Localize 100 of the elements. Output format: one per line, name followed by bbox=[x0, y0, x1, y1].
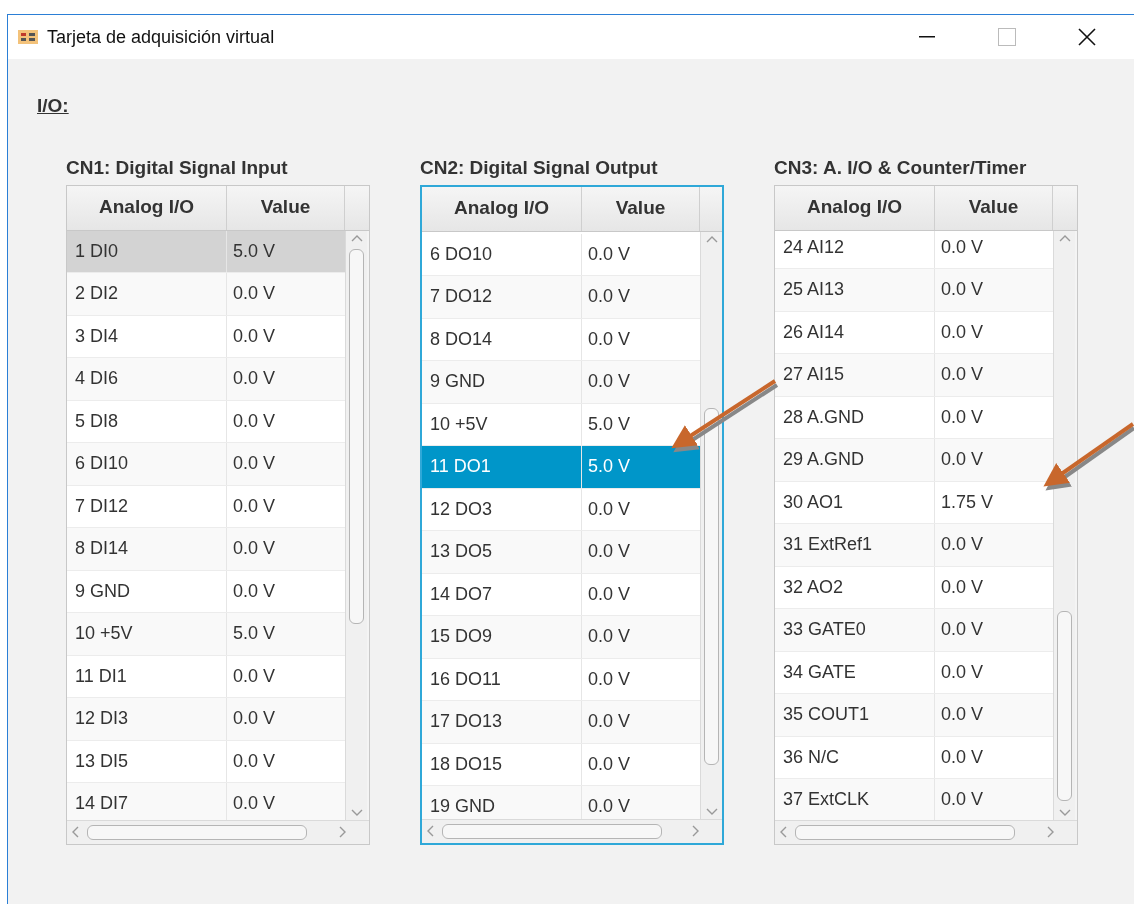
chevron-right-icon[interactable] bbox=[692, 825, 700, 837]
table-row[interactable]: 31 ExtRef1 0.0 V bbox=[775, 524, 1053, 567]
table-cell-text: 0.0 V bbox=[940, 660, 985, 684]
data-table[interactable]: Analog I/O Value 6 DO10 0.0 V 7 DO12 0.0 V 8 DO14 0.0 V 9 GND 0.0 V 10 +5V 5.0 V 11 DO1 5.0 V 12 DO3 0.0 V 13 DO5 0.0 V 14 DO7 0.0 V 15 DO9 0.0 V 16 DO11 0.0 V 17 DO13 0.0 V 18 DO15 0.0 V 19 GND 0.0 V bbox=[420, 184, 724, 845]
chevron-up-icon[interactable] bbox=[1058, 233, 1071, 242]
chevron-right-icon[interactable] bbox=[339, 826, 347, 838]
table-row[interactable]: 13 DI5 0.0 V bbox=[67, 740, 345, 783]
table-cell: 14 DO7 bbox=[422, 573, 582, 615]
table-row[interactable]: 35 COUT1 0.0 V bbox=[775, 694, 1053, 737]
column-header[interactable]: Value bbox=[227, 185, 345, 230]
data-table[interactable]: Analog I/O Value 1 DI0 5.0 V 2 DI2 0.0 V 3 DI4 0.0 V 4 DI6 0.0 V 5 DI8 0.0 V 6 DI10 0.0 V 7 DI12 0.0 V 8 DI14 0.0 V 9 GND 0.0 V 10 +5V 5.0 V 11 DI1 0.0 V 12 DI3 0.0 V 13 DI5 0.0 V 14 DI7 0.0 V bbox=[66, 184, 370, 845]
scrollbar-thumb[interactable] bbox=[704, 407, 719, 765]
table-row[interactable]: 33 GATE0 0.0 V bbox=[775, 609, 1053, 652]
column-header[interactable]: Value bbox=[582, 186, 700, 231]
table-cell-text: 0.0 V bbox=[587, 285, 632, 309]
horizontal-scrollbar[interactable] bbox=[67, 819, 369, 844]
table-row[interactable]: 26 AI14 0.0 V bbox=[775, 311, 1053, 354]
vertical-scrollbar[interactable] bbox=[1053, 230, 1075, 820]
table-row[interactable]: 9 GND 0.0 V bbox=[422, 361, 700, 404]
table-cell: 29 A.GND bbox=[775, 439, 935, 481]
table-row[interactable]: 2 DI2 0.0 V bbox=[67, 273, 345, 316]
chevron-left-icon[interactable] bbox=[426, 825, 434, 837]
table-cell: 11 DO1 bbox=[422, 446, 582, 488]
chevron-up-icon[interactable] bbox=[705, 234, 718, 243]
chevron-down-icon[interactable] bbox=[1058, 808, 1071, 817]
scrollbar-thumb[interactable] bbox=[795, 824, 1015, 840]
column-header[interactable]: Analog I/O bbox=[775, 185, 935, 230]
table-row[interactable]: 19 GND 0.0 V bbox=[422, 786, 700, 819]
table-cell: 28 A.GND bbox=[775, 396, 935, 438]
table-row[interactable]: 18 DO15 0.0 V bbox=[422, 743, 700, 786]
table-row[interactable]: 8 DO14 0.0 V bbox=[422, 318, 700, 361]
table-cell: 4 DI6 bbox=[67, 358, 227, 400]
table-cell-text: 1.75 V bbox=[940, 490, 995, 514]
table-row[interactable]: 32 AO2 0.0 V bbox=[775, 566, 1053, 609]
data-table[interactable] bbox=[774, 184, 1078, 845]
chevron-right-icon[interactable] bbox=[1047, 826, 1055, 838]
table-row[interactable]: 27 AI15 0.0 V bbox=[775, 354, 1053, 397]
table-row[interactable]: 11 DI1 0.0 V bbox=[67, 655, 345, 698]
column-header[interactable]: Value bbox=[935, 185, 1053, 230]
table-cell-text: 0.0 V bbox=[587, 327, 632, 351]
table-row[interactable]: 6 DI10 0.0 V bbox=[67, 443, 345, 486]
table-cell: 8 DO14 bbox=[422, 318, 582, 360]
table-row[interactable]: 30 AO1 1.75 V bbox=[775, 481, 1053, 524]
table-cell-text: 0.0 V bbox=[587, 370, 632, 394]
table-row[interactable]: 10 +5V 5.0 V bbox=[422, 403, 700, 446]
app-icon bbox=[18, 30, 38, 44]
table-cell: 34 GATE bbox=[775, 651, 935, 693]
table-cell: 13 DI5 bbox=[67, 740, 227, 782]
horizontal-scrollbar[interactable] bbox=[775, 819, 1077, 844]
table-row[interactable]: 8 DI14 0.0 V bbox=[67, 528, 345, 571]
chevron-up-icon[interactable] bbox=[350, 233, 363, 242]
table-row[interactable]: 5 DI8 0.0 V bbox=[67, 400, 345, 443]
close-icon bbox=[1078, 28, 1096, 46]
table-row[interactable]: 12 DO3 0.0 V bbox=[422, 488, 700, 531]
table-row[interactable]: 24 AI12 0.0 V bbox=[775, 230, 1053, 269]
table-row[interactable]: 12 DI3 0.0 V bbox=[67, 698, 345, 741]
table-cell: 15 DO9 bbox=[422, 616, 582, 658]
table-row[interactable]: 16 DO11 0.0 V bbox=[422, 658, 700, 701]
table-row[interactable]: 25 AI13 0.0 V bbox=[775, 269, 1053, 312]
chevron-down-icon[interactable] bbox=[705, 807, 718, 816]
table-row[interactable]: 14 DI7 0.0 V bbox=[67, 783, 345, 820]
table-cell-text: 0.0 V bbox=[940, 235, 985, 259]
table-row[interactable]: 6 DO10 0.0 V bbox=[422, 233, 700, 276]
table-cell: 5 DI8 bbox=[67, 400, 227, 442]
horizontal-scrollbar[interactable] bbox=[422, 818, 722, 843]
table-cell: 26 AI14 bbox=[775, 311, 935, 353]
table-row[interactable]: 7 DO12 0.0 V bbox=[422, 276, 700, 319]
table-row[interactable]: 14 DO7 0.0 V bbox=[422, 573, 700, 616]
chevron-left-icon[interactable] bbox=[779, 826, 787, 838]
table-row[interactable]: 4 DI6 0.0 V bbox=[67, 358, 345, 401]
table-cell-text: 0.0 V bbox=[587, 795, 632, 819]
table-row[interactable]: 17 DO13 0.0 V bbox=[422, 701, 700, 744]
table-cell-text: 0.0 V bbox=[232, 749, 277, 773]
table-row[interactable]: 10 +5V 5.0 V bbox=[67, 613, 345, 656]
vertical-scrollbar[interactable] bbox=[700, 231, 722, 819]
scrollbar-thumb[interactable] bbox=[1057, 610, 1072, 801]
vertical-scrollbar[interactable] bbox=[345, 230, 367, 820]
table-row[interactable]: 1 DI0 5.0 V bbox=[67, 230, 345, 273]
table-row[interactable]: 13 DO5 0.0 V bbox=[422, 531, 700, 574]
table-row[interactable]: 15 DO9 0.0 V bbox=[422, 616, 700, 659]
table-row[interactable]: 34 GATE 0.0 V bbox=[775, 651, 1053, 694]
column-header[interactable]: Analog I/O bbox=[67, 185, 227, 230]
table-cell: 12 DI3 bbox=[67, 698, 227, 740]
chevron-left-icon[interactable] bbox=[71, 826, 79, 838]
table-title: CN3: A. I/O & Counter/Timer bbox=[774, 156, 1028, 179]
table-cell-text: 0.0 V bbox=[940, 533, 985, 557]
table-row[interactable]: 3 DI4 0.0 V bbox=[67, 315, 345, 358]
table-row[interactable]: 29 A.GND 0.0 V bbox=[775, 439, 1053, 482]
scrollbar-thumb[interactable] bbox=[442, 823, 662, 839]
scrollbar-thumb[interactable] bbox=[87, 824, 307, 840]
table-cell: 6 DO10 bbox=[422, 233, 582, 275]
chevron-down-icon[interactable] bbox=[350, 808, 363, 817]
table-row[interactable]: 28 A.GND 0.0 V bbox=[775, 396, 1053, 439]
table-row[interactable]: 7 DI12 0.0 V bbox=[67, 485, 345, 528]
column-header[interactable]: Analog I/O bbox=[422, 186, 582, 231]
table-row[interactable]: 36 N/C 0.0 V bbox=[775, 736, 1053, 779]
table-row[interactable]: 9 GND 0.0 V bbox=[67, 570, 345, 613]
scrollbar-thumb[interactable] bbox=[349, 248, 364, 624]
table-cell-text: 0.0 V bbox=[587, 667, 632, 691]
table-row[interactable]: 37 ExtCLK 0.0 V bbox=[775, 779, 1053, 820]
